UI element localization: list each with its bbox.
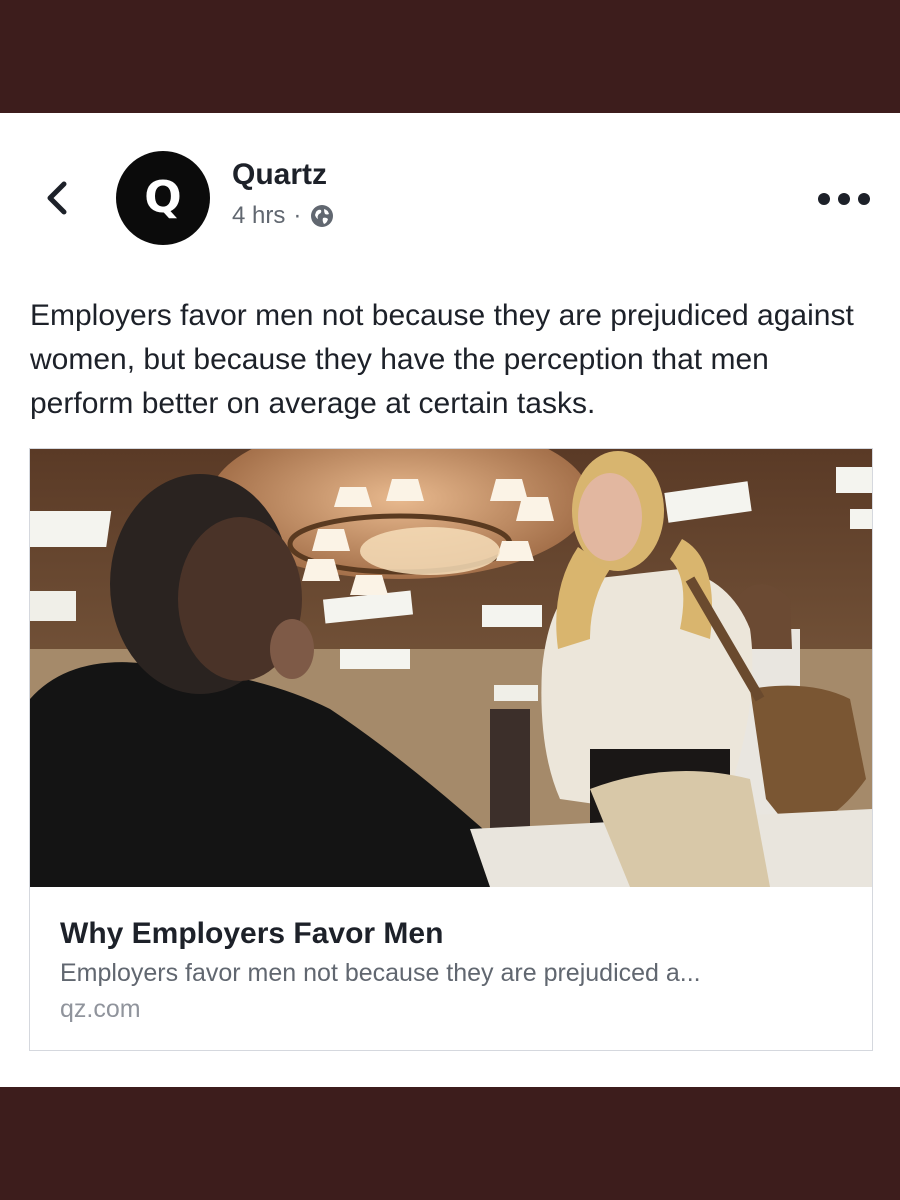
link-preview-image xyxy=(30,449,872,887)
bottom-frame-band xyxy=(0,1087,900,1200)
avatar-letter: Q xyxy=(144,172,182,223)
more-options-icon xyxy=(818,193,830,205)
post-timestamp[interactable]: 4 hrs xyxy=(232,202,285,230)
post-meta: 4 hrs · xyxy=(232,202,335,230)
link-preview-card[interactable]: Why Employers Favor Men Employers favor … xyxy=(29,448,873,1051)
globe-icon xyxy=(309,203,335,229)
link-domain: qz.com xyxy=(60,995,141,1023)
page-avatar[interactable]: Q xyxy=(116,151,210,245)
page-name[interactable]: Quartz xyxy=(232,158,327,192)
chevron-left-icon xyxy=(47,181,67,215)
link-description: Employers favor men not because they are… xyxy=(60,959,701,987)
back-button[interactable] xyxy=(38,178,74,218)
post-text: Employers favor men not because they are… xyxy=(30,299,854,420)
top-frame-band xyxy=(0,0,900,113)
more-options-button[interactable] xyxy=(818,188,870,210)
meta-separator: · xyxy=(293,202,302,229)
link-title: Why Employers Favor Men xyxy=(60,917,444,950)
